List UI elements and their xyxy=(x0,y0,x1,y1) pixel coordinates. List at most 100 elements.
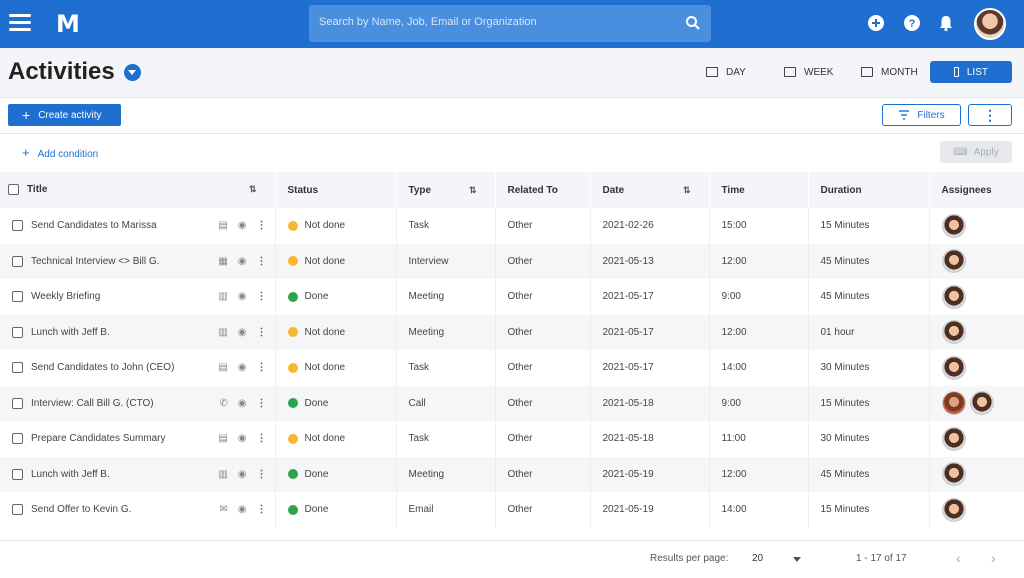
activity-title[interactable]: Technical Interview <> Bill G. xyxy=(31,256,159,267)
view-icon[interactable]: ◉ xyxy=(238,362,247,373)
cell-duration: 45 Minutes xyxy=(808,279,930,315)
row-menu-icon[interactable]: ⋮ xyxy=(257,220,267,231)
view-icon[interactable]: ◉ xyxy=(238,291,247,302)
status-dot xyxy=(287,220,298,231)
add-icon[interactable] xyxy=(867,14,885,32)
table-row[interactable]: Weekly Briefing ▥ ◉ ⋮ Done Meeting Other 2021-0… xyxy=(0,279,1024,315)
row-menu-icon[interactable]: ⋮ xyxy=(257,469,267,480)
row-menu-icon[interactable]: ⋮ xyxy=(257,327,267,338)
row-menu-icon[interactable]: ⋮ xyxy=(257,256,267,267)
column-header-date[interactable]: Date ⇅ xyxy=(590,172,710,208)
column-header-assignees[interactable]: Assignees xyxy=(929,172,1024,208)
activity-title[interactable]: Weekly Briefing xyxy=(31,291,100,302)
app-logo[interactable]: M xyxy=(56,10,80,38)
table-row[interactable]: Send Candidates to Marissa ▤ ◉ ⋮ Not done Tas… xyxy=(0,208,1024,244)
row-checkbox[interactable] xyxy=(12,397,23,409)
apply-button[interactable]: ⌨ Apply xyxy=(940,141,1012,163)
assignee-avatar[interactable] xyxy=(941,497,966,522)
cell-date: 2021-05-17 xyxy=(590,350,710,386)
select-all-checkbox[interactable] xyxy=(8,184,19,196)
sort-icon[interactable]: ⇅ xyxy=(683,185,691,196)
column-header-related-to[interactable]: Related To xyxy=(495,172,591,208)
row-checkbox[interactable] xyxy=(12,255,23,267)
view-icon[interactable]: ◉ xyxy=(238,398,247,409)
view-month-button[interactable]: MONTH xyxy=(861,61,918,83)
search-input[interactable]: Search by Name, Job, Email or Organizati… xyxy=(309,5,711,42)
view-icon[interactable]: ◉ xyxy=(238,220,247,231)
view-icon[interactable]: ◉ xyxy=(238,256,247,267)
assignee-avatar[interactable] xyxy=(941,391,966,416)
activity-title[interactable]: Send Candidates to John (CEO) xyxy=(31,362,174,373)
table-row[interactable]: Interview: Call Bill G. (CTO) ✆ ◉ ⋮ Done Call… xyxy=(0,385,1024,421)
assignee-avatar[interactable] xyxy=(941,249,966,274)
row-menu-icon[interactable]: ⋮ xyxy=(257,291,267,302)
cell-type: Task xyxy=(396,421,496,457)
row-checkbox[interactable] xyxy=(12,433,23,445)
table-row[interactable]: Send Offer to Kevin G. ✉ ◉ ⋮ Done Email Other 2… xyxy=(0,492,1024,528)
view-icon[interactable]: ◉ xyxy=(238,433,247,444)
activity-title[interactable]: Send Candidates to Marissa xyxy=(31,220,157,231)
sort-icon[interactable]: ⇅ xyxy=(249,184,257,195)
results-per-page-select[interactable]: 20 xyxy=(752,553,763,564)
table-row[interactable]: Send Candidates to John (CEO) ▤ ◉ ⋮ Not done… xyxy=(0,350,1024,386)
assignee-avatar[interactable] xyxy=(969,391,994,416)
filters-button[interactable]: Filters xyxy=(882,104,961,126)
table-row[interactable]: Technical Interview <> Bill G. ▦ ◉ ⋮ Not don… xyxy=(0,243,1024,279)
row-checkbox[interactable] xyxy=(12,362,23,374)
view-list-button[interactable]: LIST xyxy=(930,61,1012,83)
table-row[interactable]: Prepare Candidates Summary ▤ ◉ ⋮ Not done Tas… xyxy=(0,421,1024,457)
bell-icon[interactable] xyxy=(937,14,955,32)
meeting-type-icon: ▥ xyxy=(218,326,228,338)
row-checkbox[interactable] xyxy=(12,291,23,303)
activity-title[interactable]: Lunch with Jeff B. xyxy=(31,469,110,480)
more-options-button[interactable]: ⋮ xyxy=(968,104,1012,126)
row-menu-icon[interactable]: ⋮ xyxy=(257,398,267,409)
column-header-type[interactable]: Type ⇅ xyxy=(396,172,496,208)
create-activity-button[interactable]: + Create activity xyxy=(8,104,121,126)
view-icon[interactable]: ◉ xyxy=(238,504,247,515)
column-header-time[interactable]: Time xyxy=(709,172,809,208)
table-row[interactable]: Lunch with Jeff B. ▥ ◉ ⋮ Done Meeting Other 202… xyxy=(0,456,1024,492)
assignee-avatar[interactable] xyxy=(941,355,966,380)
assignee-avatar[interactable] xyxy=(941,213,966,238)
activity-title[interactable]: Send Offer to Kevin G. xyxy=(31,504,131,515)
row-menu-icon[interactable]: ⋮ xyxy=(257,504,267,515)
activity-title[interactable]: Prepare Candidates Summary xyxy=(31,433,166,444)
assignee-avatar[interactable] xyxy=(941,426,966,451)
chevron-down-icon[interactable] xyxy=(793,557,801,562)
row-menu-icon[interactable]: ⋮ xyxy=(257,433,267,444)
column-header-duration[interactable]: Duration xyxy=(808,172,930,208)
add-condition-button[interactable]: + Add condition xyxy=(22,145,98,160)
user-avatar[interactable] xyxy=(974,8,1006,40)
next-page-button[interactable]: › xyxy=(991,550,996,566)
activity-title[interactable]: Lunch with Jeff B. xyxy=(31,327,110,338)
column-header-status[interactable]: Status xyxy=(275,172,397,208)
cell-duration: 45 Minutes xyxy=(808,243,930,279)
view-icon[interactable]: ◉ xyxy=(238,327,247,338)
prev-page-button[interactable]: ‹ xyxy=(956,550,961,566)
view-day-button[interactable]: DAY xyxy=(706,61,746,83)
column-header-title[interactable]: Title ⇅ xyxy=(0,172,276,208)
table-row[interactable]: Lunch with Jeff B. ▥ ◉ ⋮ Not done Meeting Othe… xyxy=(0,314,1024,350)
row-checkbox[interactable] xyxy=(12,220,23,232)
view-icon[interactable]: ◉ xyxy=(238,469,247,480)
sort-icon[interactable]: ⇅ xyxy=(469,185,477,196)
cell-duration: 30 Minutes xyxy=(808,421,930,457)
email-type-icon: ✉ xyxy=(219,504,228,516)
interview-type-icon: ▦ xyxy=(218,255,228,267)
row-checkbox[interactable] xyxy=(12,468,23,480)
assignee-avatar[interactable] xyxy=(941,320,966,345)
filter-icon xyxy=(899,110,910,120)
activity-title[interactable]: Interview: Call Bill G. (CTO) xyxy=(31,398,154,409)
search-icon[interactable] xyxy=(685,15,701,31)
view-week-button[interactable]: WEEK xyxy=(784,61,833,83)
row-checkbox[interactable] xyxy=(12,326,23,338)
row-checkbox[interactable] xyxy=(12,504,23,516)
cell-time: 9:00 xyxy=(709,279,809,315)
row-menu-icon[interactable]: ⋮ xyxy=(257,362,267,373)
title-dropdown-icon[interactable] xyxy=(124,64,141,81)
assignee-avatar[interactable] xyxy=(941,284,966,309)
assignee-avatar[interactable] xyxy=(941,462,966,487)
help-icon[interactable]: ? xyxy=(903,14,921,32)
menu-icon[interactable] xyxy=(9,14,31,32)
